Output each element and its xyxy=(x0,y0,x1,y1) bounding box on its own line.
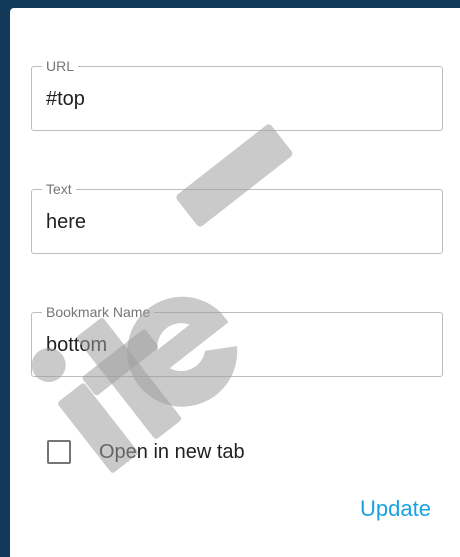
bookmark-name-label: Bookmark Name xyxy=(46,304,151,320)
bookmark-name-field: Bookmark Name xyxy=(31,305,443,377)
bookmark-name-input[interactable] xyxy=(46,333,428,357)
text-input[interactable] xyxy=(46,210,428,234)
text-field: Text xyxy=(31,182,443,254)
text-field-label: Text xyxy=(46,181,72,197)
link-dialog: URL Text Bookmark Name Open in new tab U… xyxy=(10,8,460,557)
open-in-new-tab-row[interactable]: Open in new tab xyxy=(47,438,245,466)
open-in-new-tab-checkbox[interactable] xyxy=(47,440,71,464)
url-field: URL xyxy=(31,59,443,131)
url-field-label: URL xyxy=(46,58,75,74)
open-in-new-tab-label[interactable]: Open in new tab xyxy=(99,441,245,464)
update-button[interactable]: Update xyxy=(360,496,431,522)
url-input[interactable] xyxy=(46,87,428,111)
